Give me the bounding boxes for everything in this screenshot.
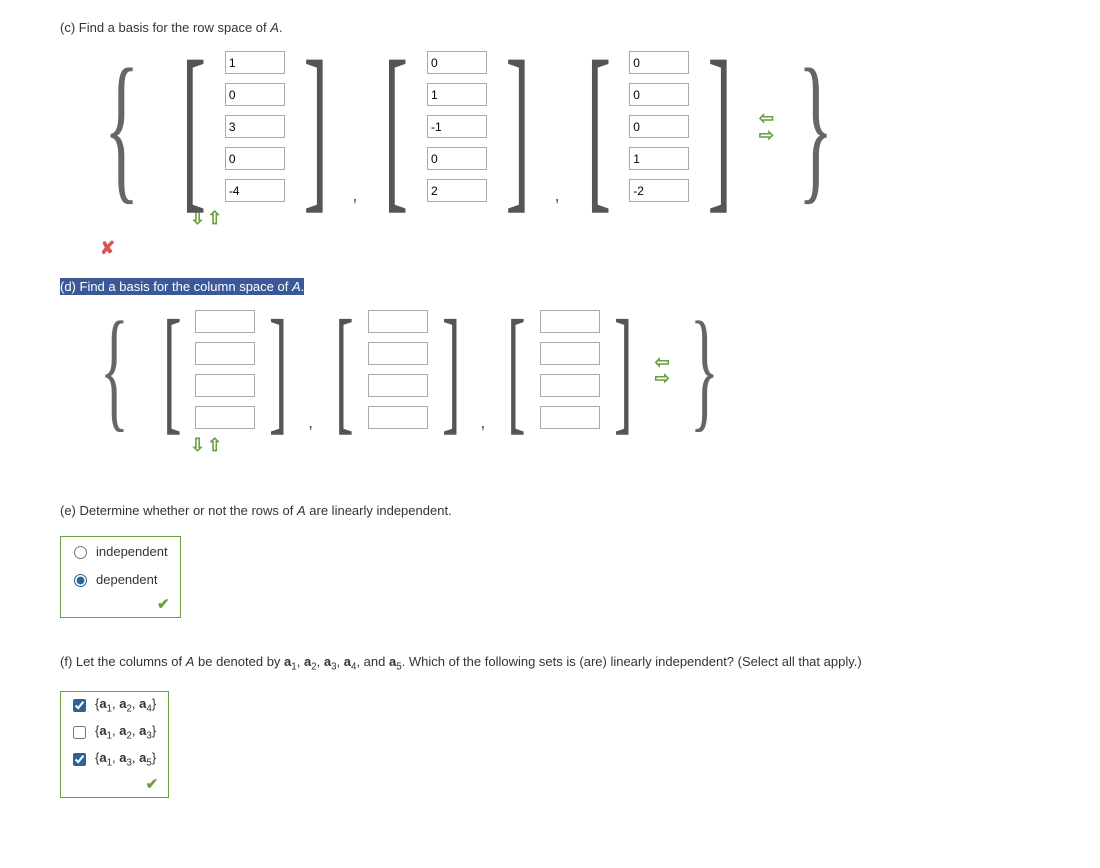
part-d-italic: A bbox=[292, 279, 301, 294]
close-bracket-icon: ] bbox=[442, 321, 461, 419]
checkbox-option-2[interactable]: {a1, a2, a3} bbox=[61, 719, 168, 746]
close-bracket-icon: ] bbox=[614, 321, 633, 419]
close-bracket-icon: ] bbox=[506, 62, 531, 192]
comma: , bbox=[352, 185, 357, 206]
dv3-0[interactable] bbox=[540, 310, 600, 333]
v1-3[interactable] bbox=[225, 147, 285, 170]
part-e-prompt: (e) Determine whether or not the rows of… bbox=[60, 503, 1040, 518]
close-brace-icon: } bbox=[690, 326, 719, 414]
check-icon: ✔ bbox=[157, 596, 170, 613]
close-bracket-icon: ] bbox=[303, 62, 328, 192]
open-brace-icon: { bbox=[104, 73, 140, 180]
arrow-up-icon[interactable]: ⇧ bbox=[207, 437, 222, 453]
part-c-text: (c) Find a basis for the row space of bbox=[60, 20, 270, 35]
comma: , bbox=[555, 185, 560, 206]
arrow-up-icon[interactable]: ⇧ bbox=[207, 210, 222, 226]
part-d-prompt: (d) Find a basis for the column space of… bbox=[60, 279, 1040, 294]
cb-1[interactable] bbox=[73, 699, 86, 712]
arrow-right-icon[interactable]: ⇨ bbox=[759, 127, 774, 143]
radio-label: dependent bbox=[96, 572, 157, 587]
dv1-0[interactable] bbox=[195, 310, 255, 333]
open-bracket-icon: [ bbox=[182, 62, 207, 192]
comma: , bbox=[308, 412, 313, 433]
vector-3: [ ] bbox=[568, 47, 751, 206]
arrow-right-icon[interactable]: ⇨ bbox=[655, 370, 670, 386]
vector-1: [ ] bbox=[149, 306, 302, 433]
checkbox-option-3[interactable]: {a1, a3, a5} bbox=[61, 746, 168, 773]
col-labels: a1, a2, a3, a4, and a5 bbox=[284, 654, 402, 669]
v1-1[interactable] bbox=[225, 83, 285, 106]
radio-dependent-input[interactable] bbox=[74, 574, 87, 587]
open-brace-icon: { bbox=[100, 326, 129, 414]
open-bracket-icon: [ bbox=[384, 62, 409, 192]
check-icon: ✔ bbox=[146, 776, 159, 793]
dv2-0[interactable] bbox=[368, 310, 428, 333]
remove-add-column-arrows: ⇦ ⇨ bbox=[655, 354, 670, 386]
dv3-1[interactable] bbox=[540, 342, 600, 365]
dv1-3[interactable] bbox=[195, 406, 255, 429]
dv3-2[interactable] bbox=[540, 374, 600, 397]
v2-2[interactable] bbox=[427, 115, 487, 138]
dv2-3[interactable] bbox=[368, 406, 428, 429]
cb-label: {a1, a2, a4} bbox=[95, 696, 156, 715]
part-c-basis-set: { [ ] , [ ] , [ ] bbox=[80, 47, 1040, 206]
part-f-prompt: (f) Let the columns of A be denoted by a… bbox=[60, 654, 1040, 673]
close-brace-icon: } bbox=[798, 73, 834, 180]
radio-dependent[interactable]: dependent bbox=[61, 565, 180, 593]
part-f-answer-box: {a1, a2, a4} {a1, a2, a3} {a1, a3, a5} ✔ bbox=[60, 691, 169, 798]
dv2-2[interactable] bbox=[368, 374, 428, 397]
v2-4[interactable] bbox=[427, 179, 487, 202]
part-c-prompt: (c) Find a basis for the row space of A. bbox=[60, 20, 1040, 35]
part-d-basis-set: { [ ] , [ ] , [ ] ⇦ ⇨ bbox=[80, 306, 1040, 433]
open-bracket-icon: [ bbox=[335, 321, 354, 419]
vector-1: [ ] bbox=[163, 47, 346, 206]
v1-4[interactable] bbox=[225, 179, 285, 202]
part-e-answer-box: independent dependent ✔ bbox=[60, 536, 181, 618]
v2-3[interactable] bbox=[427, 147, 487, 170]
arrow-down-icon[interactable]: ⇩ bbox=[190, 437, 205, 453]
radio-independent-input[interactable] bbox=[74, 546, 87, 559]
dv2-1[interactable] bbox=[368, 342, 428, 365]
dv1-2[interactable] bbox=[195, 374, 255, 397]
cb-label: {a1, a2, a3} bbox=[95, 723, 156, 742]
dv1-1[interactable] bbox=[195, 342, 255, 365]
dv3-3[interactable] bbox=[540, 406, 600, 429]
cb-label: {a1, a3, a5} bbox=[95, 750, 156, 769]
close-bracket-icon: ] bbox=[708, 62, 733, 192]
v3-1[interactable] bbox=[629, 83, 689, 106]
v3-0[interactable] bbox=[629, 51, 689, 74]
cb-2[interactable] bbox=[73, 726, 86, 739]
vector-2: [ ] bbox=[365, 47, 548, 206]
v3-2[interactable] bbox=[629, 115, 689, 138]
radio-independent[interactable]: independent bbox=[61, 537, 180, 565]
checkbox-option-1[interactable]: {a1, a2, a4} bbox=[61, 692, 168, 719]
comma: , bbox=[480, 412, 485, 433]
open-bracket-icon: [ bbox=[163, 321, 182, 419]
v3-3[interactable] bbox=[629, 147, 689, 170]
close-bracket-icon: ] bbox=[269, 321, 288, 419]
vector-3: [ ] bbox=[493, 306, 646, 433]
radio-label: independent bbox=[96, 544, 168, 559]
open-bracket-icon: [ bbox=[586, 62, 611, 192]
v2-1[interactable] bbox=[427, 83, 487, 106]
x-icon: ✘ bbox=[100, 238, 115, 258]
v1-0[interactable] bbox=[225, 51, 285, 74]
open-bracket-icon: [ bbox=[507, 321, 526, 419]
remove-add-column-arrows: ⇦ ⇨ bbox=[759, 110, 774, 142]
vector-2: [ ] bbox=[321, 306, 474, 433]
incorrect-icon: ✘ bbox=[100, 238, 1040, 259]
v2-0[interactable] bbox=[427, 51, 487, 74]
v1-2[interactable] bbox=[225, 115, 285, 138]
part-c-italic: A bbox=[270, 20, 279, 35]
cb-3[interactable] bbox=[73, 753, 86, 766]
v3-4[interactable] bbox=[629, 179, 689, 202]
